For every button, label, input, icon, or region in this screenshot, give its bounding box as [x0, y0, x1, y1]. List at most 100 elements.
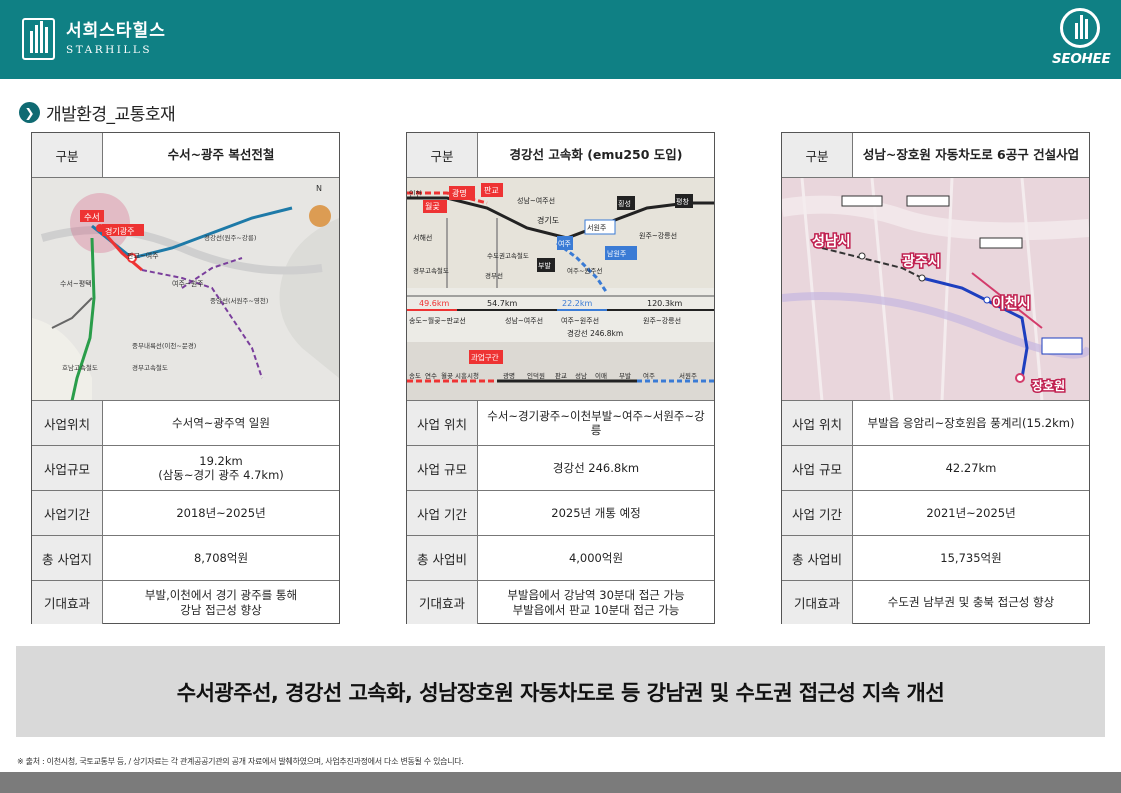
diagram-label-yeoju-wonju-top: 여주~원주선	[567, 266, 602, 275]
station-seongnam: 성남	[575, 371, 587, 380]
project-card-gyeonggang-line: 구분 경강선 고속화 (emu250 도입) 여주 부발 횡성 평창 인천 광명…	[406, 132, 715, 624]
map-label-seongnam: 성남시	[812, 233, 851, 250]
project-title: 수서~광주 복선전철	[167, 147, 275, 163]
segment-length-1: 49.6km	[419, 299, 449, 308]
compass-north-label: N	[316, 184, 322, 193]
project-title: 성남~장호원 자동차도로 6공구 건설사업	[862, 147, 1080, 163]
map-label-suseo: 수서	[84, 213, 100, 223]
info-row-cost: 총 사업비 15,735억원	[782, 536, 1089, 581]
row-value: 2021년~2025년	[926, 505, 1016, 520]
row-value: 19.2km (삼동~경기 광주 4.7km)	[158, 453, 284, 482]
segment-length-3: 22.2km	[562, 299, 592, 308]
seohee-logo-icon	[1060, 8, 1100, 48]
diagram-label-wonju-gangneung: 원주~강릉선	[639, 231, 677, 240]
row-label: 사업 기간	[782, 491, 853, 535]
map-label-gyeonggang-line: 경강선(원주~강릉)	[204, 233, 256, 242]
row-value: 15,735억원	[940, 550, 1002, 565]
card-header: 구분 경강선 고속화 (emu250 도입)	[407, 133, 714, 178]
row-label: 기대효과	[407, 581, 478, 624]
diagram-label-wolgot: 월곶	[425, 201, 440, 211]
diagram-label-gyeongbu: 경부선	[485, 271, 503, 280]
diagram-label-incheon: 인천	[409, 189, 422, 198]
source-footnote: ※ 출처 : 이천시청, 국토교통부 등, / 상기자료는 각 관계공공기관의 …	[17, 757, 464, 766]
map-label-honam-hsr: 호남고속철도	[62, 363, 98, 372]
station-seowonju: 서원주	[679, 371, 697, 380]
card-header: 구분 성남~장호원 자동차도로 6공구 건설사업	[782, 133, 1089, 178]
road-map-image: 성남시 광주시 이천시 장호원	[782, 178, 1089, 400]
railway-diagram-image: 여주 부발 횡성 평창 인천 광명 판교 월곶 성남~여주선 경기도 서원주 남…	[407, 178, 714, 400]
station-wolgot: 월곶	[441, 371, 453, 380]
map-label-icheon: 이천시	[992, 295, 1031, 312]
map-label-gyeonggi-gwangju: 경기광주	[105, 226, 134, 236]
row-value: 수서역~광주역 일원	[172, 415, 270, 430]
chevron-right-icon: ❯	[19, 102, 40, 123]
map-label-jungang-line: 중앙선(서원주~영천)	[210, 296, 268, 305]
row-label: 사업 규모	[407, 446, 478, 490]
brand-name-ko: 서희스타힐스	[66, 21, 166, 42]
map-label-pangyo-yeoju: 판교~여주	[127, 251, 159, 260]
diagram-label-bubal-top: 부발	[538, 261, 551, 270]
info-row-scale: 사업규모 19.2km (삼동~경기 광주 4.7km)	[32, 446, 339, 491]
header-label: 구분	[407, 133, 478, 177]
section-title: 개발환경_교통호재	[46, 105, 176, 125]
work-section-label: 과업구간	[471, 352, 499, 362]
station-songdo: 송도	[409, 372, 421, 380]
row-label: 사업 규모	[782, 446, 853, 490]
route-map: 여주 부발 횡성 평창 인천 광명 판교 월곶 성남~여주선 경기도 서원주 남…	[407, 178, 714, 401]
row-value: 경강선 246.8km	[552, 460, 640, 475]
starhills-logo-icon	[22, 18, 55, 60]
info-row-effect: 기대효과 부발읍에서 강남역 30분대 접근 가능 부발읍에서 판교 10분대 …	[407, 581, 714, 624]
header-label: 구분	[32, 133, 103, 177]
info-row-cost: 총 사업비 4,000억원	[407, 536, 714, 581]
row-label: 기대효과	[782, 581, 853, 624]
station-siheung: 시흥시청	[455, 371, 479, 380]
map-label-janghowon: 장호원	[1032, 379, 1065, 393]
diagram-label-gyeongbu-hsr: 경부고속철도	[413, 266, 449, 275]
row-value: 8,708억원	[193, 550, 249, 565]
row-label: 사업 위치	[407, 401, 478, 445]
diagram-label-pyeongchang: 평창	[676, 197, 689, 206]
starhills-logo: 서희스타힐스 STARHILLS	[22, 18, 166, 60]
row-label: 사업 위치	[782, 401, 853, 445]
diagram-label-pangyo: 판교	[484, 186, 499, 195]
map-label-gyeongbu-hsr: 경부고속철도	[132, 363, 168, 372]
row-label: 총 사업비	[407, 536, 478, 580]
map-label-suseo-pyeongtaek: 수서~평택	[60, 279, 92, 288]
diagram-label-namwonju: 남원주	[607, 249, 627, 258]
card-header: 구분 수서~광주 복선전철	[32, 133, 339, 178]
row-value: 42.27km	[945, 460, 997, 475]
row-label: 사업기간	[32, 491, 103, 535]
diagram-label-gwangmyeong: 광명	[452, 188, 467, 198]
header-label: 구분	[782, 133, 853, 177]
row-value: 4,000억원	[568, 550, 624, 565]
row-value: 2025년 개통 예정	[551, 505, 641, 520]
info-row-effect: 기대효과 부발,이천에서 경기 광주를 통해 강남 접근성 향상	[32, 581, 339, 624]
row-label: 총 사업지	[32, 536, 103, 580]
diagram-label-seongnam-yeoju: 성남~여주선	[517, 196, 555, 205]
project-card-seongnam-janghowon: 구분 성남~장호원 자동차도로 6공구 건설사업 성남시 광주시 이천시 장호원	[781, 132, 1090, 624]
info-row-period: 사업 기간 2021년~2025년	[782, 491, 1089, 536]
railway-map-image: 수서 수서 경기광주 판교~여주 수서~평택 여주~원주 중앙선(서원주~영천)…	[32, 178, 339, 400]
row-value: 부발,이천에서 경기 광주를 통해 강남 접근성 향상	[144, 588, 298, 617]
info-row-scale: 사업 규모 42.27km	[782, 446, 1089, 491]
info-row-cost: 총 사업지 8,708억원	[32, 536, 339, 581]
row-label: 사업규모	[32, 446, 103, 490]
row-label: 기대효과	[32, 581, 103, 624]
station-yeonsu: 연수	[425, 372, 437, 380]
map-label-gwangju: 광주시	[902, 253, 941, 270]
info-row-scale: 사업 규모 경강선 246.8km	[407, 446, 714, 491]
section-heading: ❯ 개발환경_교통호재	[19, 100, 176, 125]
station-indeogwon: 인덕원	[527, 371, 545, 380]
info-row-location: 사업 위치 수서~경기광주~이천부발~여주~서원주~강릉	[407, 401, 714, 446]
info-row-period: 사업 기간 2025년 개통 예정	[407, 491, 714, 536]
diagram-label-gyeonggi: 경기도	[537, 215, 559, 225]
diagram-label-hoengseong: 횡성	[618, 199, 631, 208]
diagram-label-seowonju: 서원주	[587, 223, 607, 232]
row-value: 수서~경기광주~이천부발~여주~서원주~강릉	[487, 408, 705, 437]
diagram-label-sudogwon-hsr: 수도권고속철도	[487, 251, 529, 260]
row-value: 부발읍에서 강남역 30분대 접근 가능 부발읍에서 판교 10분대 접근 가능	[507, 588, 685, 617]
summary-banner: 수서광주선, 경강선 고속화, 성남장호원 자동차도로 등 강남권 및 수도권 …	[16, 646, 1105, 737]
corp-logo-text: SEOHEE	[1052, 51, 1111, 67]
info-row-location: 사업위치 수서역~광주역 일원	[32, 401, 339, 446]
segment-name-2: 성남~여주선	[505, 316, 543, 325]
